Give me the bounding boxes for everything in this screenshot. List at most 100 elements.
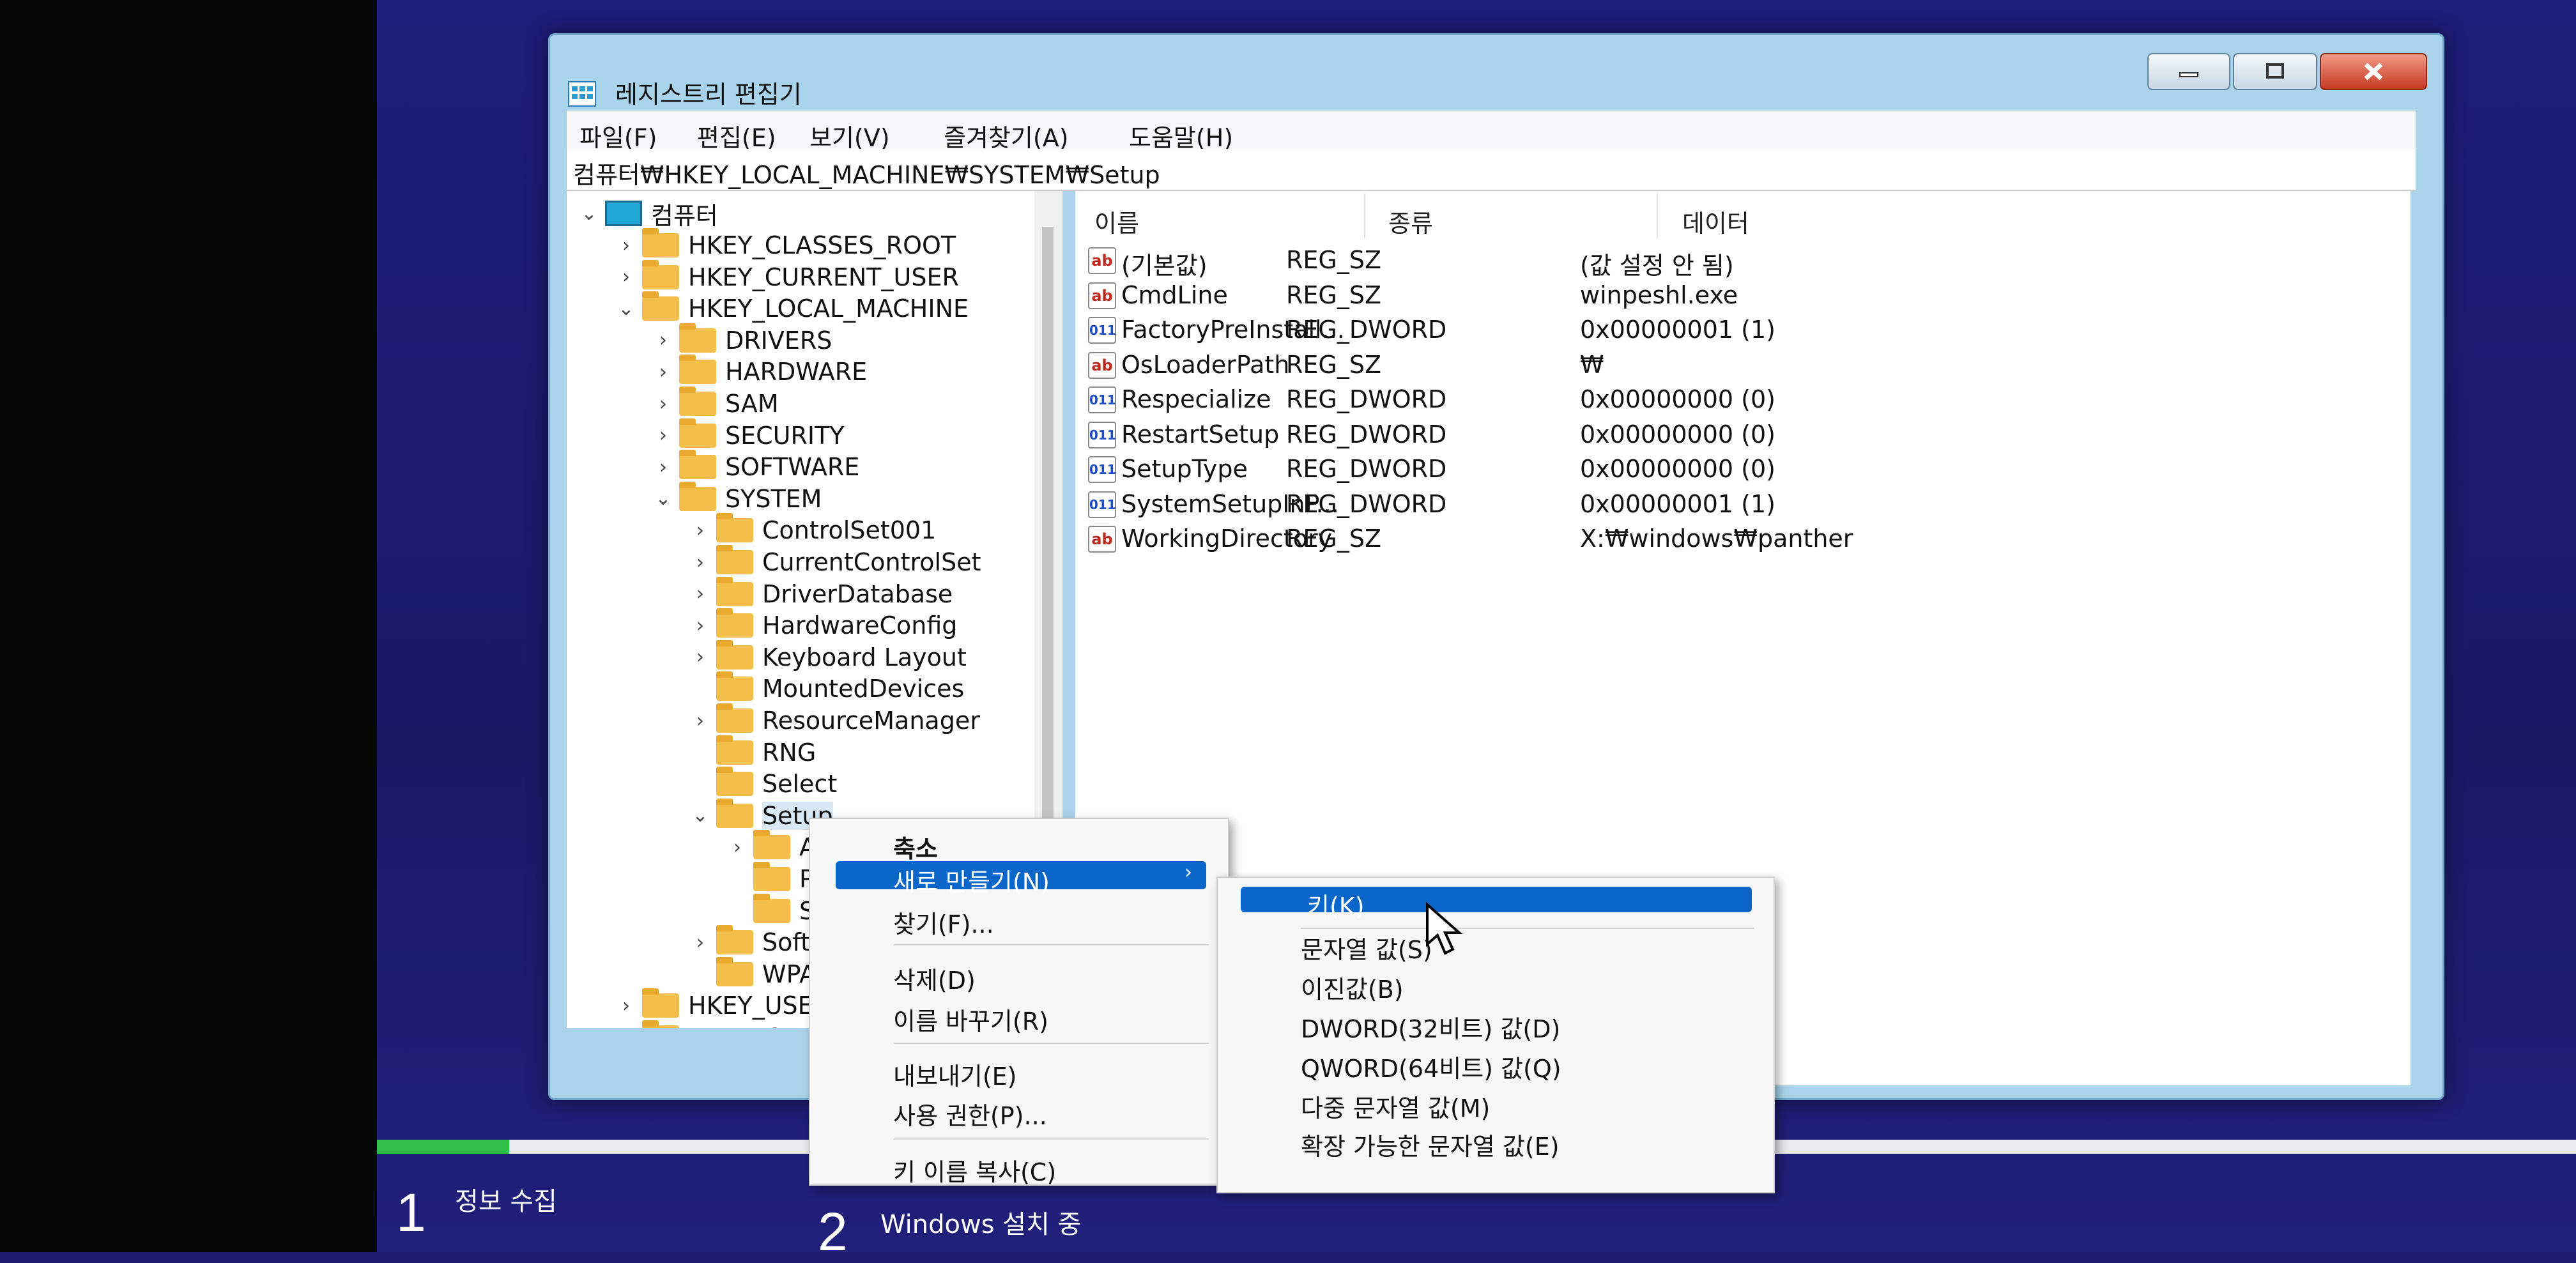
folder-icon xyxy=(679,481,716,511)
expand-chevron-icon[interactable]: › xyxy=(691,551,710,574)
value-name: CmdLine xyxy=(1121,280,1228,309)
tree-item[interactable]: › Keyboard Layout xyxy=(691,639,967,673)
context-menu-item[interactable]: 찾기(F)... xyxy=(810,899,1228,938)
title-bar[interactable]: 레지스트리 편집기 xyxy=(550,35,2442,111)
expand-chevron-icon[interactable]: › xyxy=(654,361,673,383)
tree-item[interactable]: ⌄ HKEY_LOCAL_MACHINE xyxy=(617,291,969,325)
value-row[interactable]: 011 Respecialize REG_DWORD 0x00000000 (0) xyxy=(1075,384,2411,418)
value-row[interactable]: 011 SetupType REG_DWORD 0x00000000 (0) xyxy=(1075,454,2411,488)
tree-item[interactable]: › DriverDatabase xyxy=(691,576,953,610)
value-row[interactable]: ab OsLoaderPath REG_SZ ₩ xyxy=(1075,349,2411,384)
submenu-item-label: QWORD(64비트) 값(Q) xyxy=(1301,1055,1561,1083)
value-data: ₩ xyxy=(1580,350,1604,379)
folder-icon xyxy=(716,925,753,955)
context-menu-item[interactable]: 축소 xyxy=(810,824,1228,863)
tree-item[interactable]: › HKEY_CURRENT_USER xyxy=(617,259,959,293)
maximize-button[interactable] xyxy=(2233,53,2317,90)
tree-item[interactable]: › ResourceManager xyxy=(691,703,980,737)
expand-chevron-icon[interactable]: ⌄ xyxy=(654,487,673,510)
context-menu-item[interactable]: 사용 권한(P)... xyxy=(810,1091,1228,1130)
value-row[interactable]: ab WorkingDirectory REG_SZ X:₩windows₩panth… xyxy=(1075,523,2411,558)
column-separator[interactable] xyxy=(1364,194,1365,238)
tree-item[interactable]: › ControlSet001 xyxy=(691,513,936,546)
value-row[interactable]: 011 FactoryPreInstall... REG_DWORD 0x000000… xyxy=(1075,314,2411,349)
expand-chevron-icon[interactable]: › xyxy=(691,646,710,668)
expand-chevron-icon[interactable]: › xyxy=(691,710,710,732)
submenu-item[interactable]: QWORD(64비트) 값(Q) xyxy=(1218,1044,1774,1083)
address-bar[interactable]: 컴퓨터₩HKEY_LOCAL_MACHINE₩SYSTEM₩Setup xyxy=(567,149,2416,191)
tree-item[interactable]: › SOFTWARE xyxy=(654,450,859,483)
expand-chevron-icon[interactable]: › xyxy=(654,424,673,447)
column-header-type[interactable]: 종류 xyxy=(1388,204,1433,239)
tree-item[interactable]: S xyxy=(728,893,815,927)
expand-chevron-icon[interactable]: › xyxy=(691,519,710,542)
expand-chevron-icon[interactable]: › xyxy=(617,266,636,288)
column-separator[interactable] xyxy=(1657,194,1658,238)
tree-item[interactable]: › HKEY_CLASSES_ROOT xyxy=(617,228,956,261)
tree-item[interactable]: RNG xyxy=(691,735,816,769)
tree-item-label: CurrentControlSet xyxy=(762,548,981,576)
tree-item[interactable]: ⌄ SYSTEM xyxy=(654,481,822,515)
expand-chevron-icon[interactable]: › xyxy=(728,836,747,859)
folder-icon xyxy=(716,703,753,733)
tree-item[interactable]: Select xyxy=(691,767,837,800)
menu-favorites[interactable]: 즐겨찾기(A) xyxy=(944,118,1069,153)
tree-item[interactable]: › SAM xyxy=(654,387,779,420)
tree-item[interactable]: MountedDevices xyxy=(691,671,964,705)
expand-chevron-icon[interactable]: › xyxy=(691,615,710,637)
tree-item-label: Keyboard Layout xyxy=(762,643,967,671)
expand-chevron-icon[interactable]: ⌄ xyxy=(617,298,636,320)
expand-chevron-icon[interactable]: › xyxy=(654,393,673,415)
expand-chevron-icon[interactable]: › xyxy=(691,583,710,605)
value-row[interactable]: ab CmdLine REG_SZ winpeshl.exe xyxy=(1075,280,2411,314)
close-button[interactable] xyxy=(2320,53,2427,90)
menu-edit[interactable]: 편집(E) xyxy=(697,118,776,153)
menu-separator xyxy=(893,944,1209,945)
tree-item[interactable]: › A xyxy=(728,830,816,863)
submenu-item[interactable]: 확장 가능한 문자열 값(E) xyxy=(1218,1122,1774,1161)
value-row[interactable]: 011 SystemSetupInP... REG_DWORD 0x00000001 … xyxy=(1075,489,2411,523)
tree-item[interactable]: › HKEY_USE xyxy=(617,988,813,1022)
column-header-name[interactable]: 이름 xyxy=(1094,204,1139,239)
expand-chevron-icon[interactable]: › xyxy=(617,234,636,257)
menu-file[interactable]: 파일(F) xyxy=(579,118,657,153)
context-menu-item[interactable]: 삭제(D) xyxy=(810,956,1228,995)
collapse-chevron-icon[interactable]: ⌄ xyxy=(579,203,599,225)
tree-item[interactable]: › HardwareConfig xyxy=(691,608,957,641)
submenu-item[interactable]: 문자열 값(S) xyxy=(1218,925,1774,964)
tree-item[interactable]: › Soft xyxy=(691,925,810,958)
tree-item[interactable]: › HARDWARE xyxy=(654,355,867,388)
value-type: REG_DWORD xyxy=(1286,420,1447,448)
submenu-item[interactable]: 이진값(B) xyxy=(1218,965,1774,1004)
submenu-item[interactable]: 다중 문자열 값(M) xyxy=(1218,1083,1774,1122)
tree-item[interactable]: › DRIVERS xyxy=(654,323,832,356)
expand-chevron-icon[interactable]: › xyxy=(617,995,636,1017)
value-row[interactable]: 011 RestartSetup REG_DWORD 0x00000000 (0) xyxy=(1075,419,2411,454)
expand-chevron-icon[interactable]: › xyxy=(654,456,673,478)
expand-chevron-icon[interactable]: › xyxy=(654,329,673,351)
menu-help[interactable]: 도움말(H) xyxy=(1129,118,1233,153)
folder-icon xyxy=(716,639,753,670)
tree-scrollbar-thumb[interactable] xyxy=(1042,227,1054,885)
column-header-data[interactable]: 데이터 xyxy=(1682,204,1749,239)
value-row[interactable]: ab (기본값) REG_SZ (값 설정 안 됨) xyxy=(1075,245,2411,280)
context-menu-item[interactable]: 키 이름 복사(C) xyxy=(810,1147,1228,1186)
context-menu-item[interactable]: 이름 바꾸기(R) xyxy=(810,997,1228,1036)
expand-chevron-icon[interactable]: › xyxy=(691,931,710,954)
context-menu-item[interactable]: 내보내기(E) xyxy=(810,1052,1228,1091)
value-name: RestartSetup xyxy=(1121,420,1280,448)
menu-view[interactable]: 보기(V) xyxy=(809,118,890,153)
minimize-button[interactable] xyxy=(2147,53,2230,90)
expand-chevron-icon[interactable]: › xyxy=(617,1027,636,1029)
tree-item[interactable]: › CurrentControlSet xyxy=(691,545,981,578)
tree-item[interactable]: › HKEY_CU xyxy=(617,1020,799,1029)
context-menu-item[interactable]: 새로 만들기(N) › xyxy=(836,861,1206,896)
folder-icon xyxy=(716,513,753,543)
tree-item[interactable]: › SECURITY xyxy=(654,418,845,452)
tree-item[interactable]: WPA xyxy=(691,956,816,990)
submenu-item[interactable]: 키(K) xyxy=(1241,887,1752,921)
submenu-item[interactable]: DWORD(32비트) 값(D) xyxy=(1218,1004,1774,1043)
expand-chevron-icon[interactable]: ⌄ xyxy=(691,804,710,827)
tree-item[interactable]: P xyxy=(728,862,814,895)
tree-item-computer[interactable]: ⌄ 컴퓨터 xyxy=(579,197,718,230)
